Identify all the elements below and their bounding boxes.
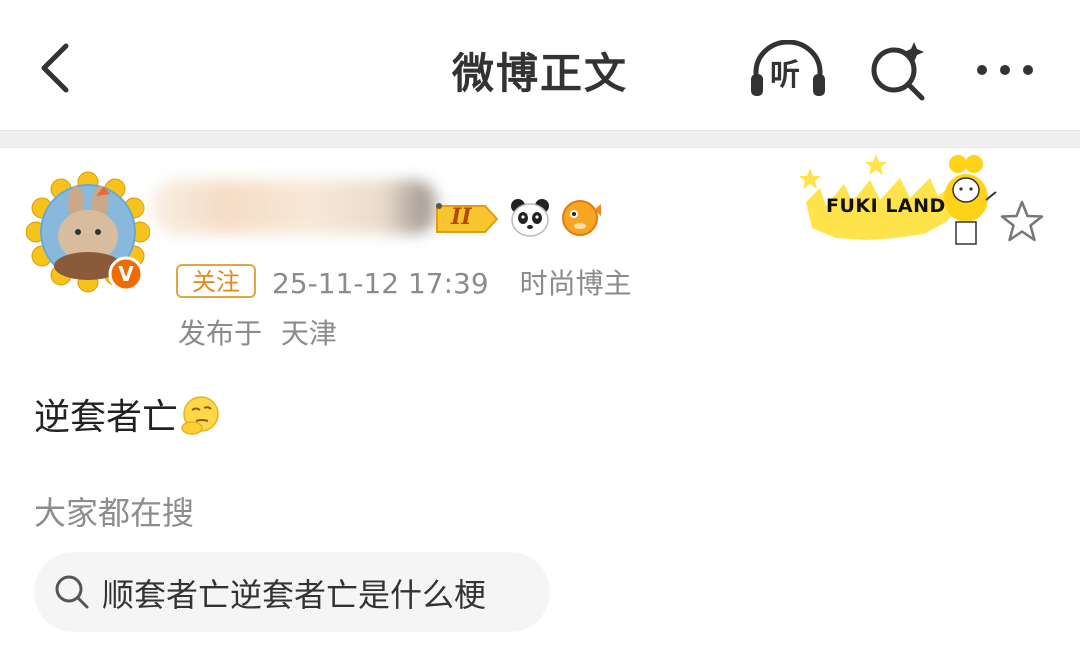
post-text: 逆套者亡: [34, 397, 179, 438]
verified-badge-label: V: [118, 262, 134, 286]
level-badge[interactable]: II: [435, 202, 499, 236]
follow-button[interactable]: 关注: [176, 264, 256, 298]
thinking-emoji-icon: [181, 396, 219, 435]
pufferfish-icon[interactable]: [558, 196, 602, 240]
post-location: 发布于 天津: [178, 312, 337, 352]
author-name-blurred[interactable]: [150, 180, 440, 234]
section-divider: [0, 130, 1080, 148]
listen-label: 听: [770, 58, 800, 93]
post-meta: 25-11-12 17:39 时尚博主: [272, 262, 654, 302]
post-content: 逆套者亡: [34, 388, 220, 440]
listen-button[interactable]: 听: [748, 39, 828, 100]
more-dots-icon: [977, 65, 1033, 75]
level-badge-label: II: [451, 204, 472, 230]
author-role: 时尚博主: [519, 267, 632, 300]
fan-badge-label: FUKI LAND: [826, 195, 946, 217]
fan-badge[interactable]: FUKI LAND: [796, 150, 1002, 250]
hot-search-chip[interactable]: 顺套者亡逆套者亡是什么梗: [34, 552, 550, 632]
avatar[interactable]: V: [25, 170, 151, 294]
panda-icon[interactable]: [508, 196, 552, 240]
location-name: 天津: [280, 317, 337, 350]
hot-search-query: 顺套者亡逆套者亡是什么梗: [102, 576, 487, 614]
favorite-star-button[interactable]: [998, 198, 1046, 246]
search-sparkle-icon: [871, 42, 925, 101]
search-icon: [55, 575, 89, 609]
search-button[interactable]: [866, 38, 930, 102]
star-icon: [1000, 200, 1044, 242]
post-timestamp: 25-11-12 17:39: [272, 267, 489, 300]
location-prefix: 发布于: [178, 317, 263, 350]
hot-search-label: 大家都在搜: [34, 494, 195, 532]
more-options-button[interactable]: [972, 52, 1038, 88]
verified-badge-icon: V: [108, 256, 144, 292]
